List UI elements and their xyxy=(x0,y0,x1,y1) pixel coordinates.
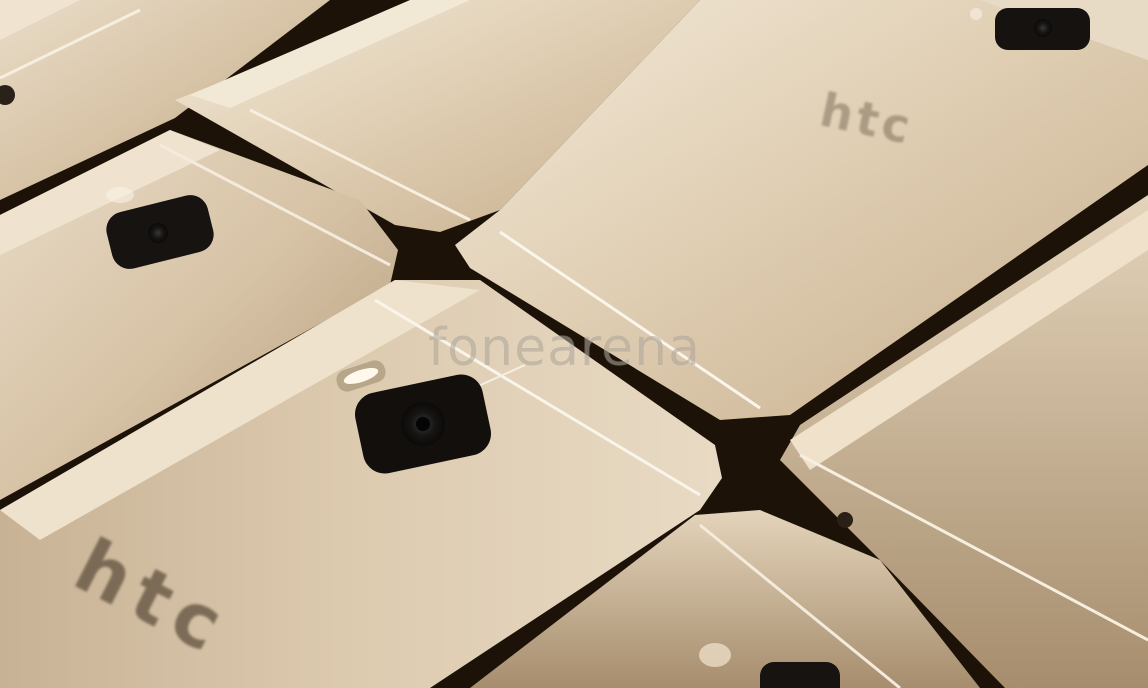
watermark: fonearena xyxy=(428,318,701,378)
photo-scene: htc htc fonearena xyxy=(0,0,1148,688)
